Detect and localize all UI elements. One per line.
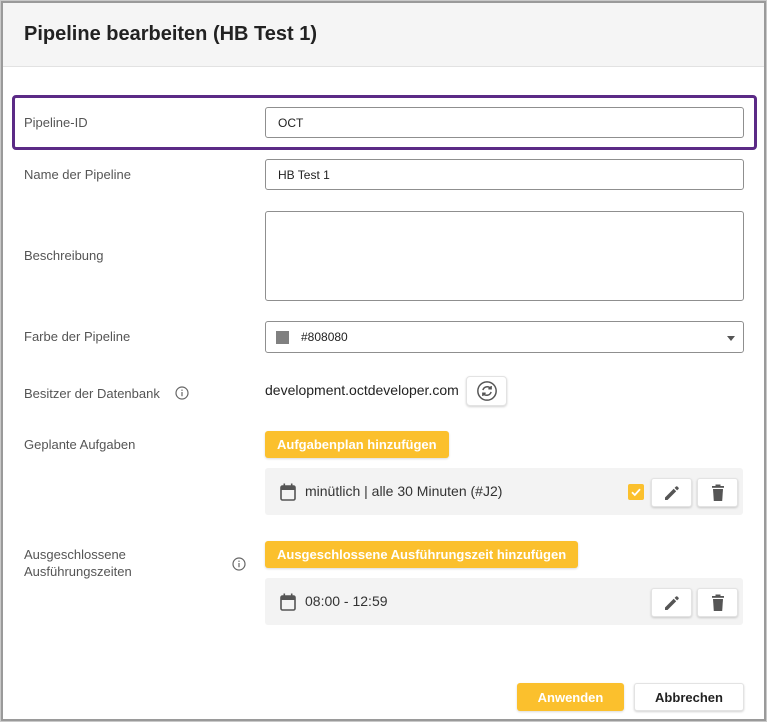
calendar-icon: [280, 593, 296, 611]
pipeline-id-label: Pipeline-ID: [24, 115, 88, 130]
info-icon[interactable]: [232, 557, 246, 571]
trash-icon: [711, 484, 724, 501]
sync-owner-button[interactable]: [466, 376, 507, 406]
pipeline-color-label: Farbe der Pipeline: [24, 329, 131, 344]
schedule-enabled-checkbox[interactable]: [628, 484, 644, 500]
delete-schedule-button[interactable]: [697, 478, 738, 507]
chevron-down-icon: [727, 336, 735, 341]
excluded-time-item-text: 08:00 - 12:59: [305, 593, 388, 609]
dialog-title: Pipeline bearbeiten (HB Test 1): [24, 23, 318, 45]
edit-pipeline-dialog: Pipeline bearbeiten (HB Test 1) Pipeline…: [0, 0, 767, 722]
pencil-icon: [664, 595, 679, 610]
pipeline-color-value: #808080: [301, 330, 348, 344]
cancel-button[interactable]: Abbrechen: [634, 683, 744, 711]
sync-icon: [476, 381, 497, 401]
calendar-icon: [280, 483, 296, 501]
db-owner-value: development.octdeveloper.com: [265, 382, 459, 398]
trash-icon: [711, 594, 724, 611]
db-owner-label: Besitzer der Datenbank: [24, 386, 160, 401]
description-textarea[interactable]: [265, 211, 744, 301]
info-icon[interactable]: [175, 386, 189, 400]
check-icon: [631, 488, 641, 497]
pipeline-id-input[interactable]: [265, 107, 744, 138]
delete-excluded-time-button[interactable]: [697, 588, 738, 617]
add-schedule-button[interactable]: Aufgabenplan hinzufügen: [265, 431, 449, 458]
edit-schedule-button[interactable]: [651, 478, 692, 507]
pencil-icon: [664, 485, 679, 500]
pipeline-name-label: Name der Pipeline: [24, 167, 131, 182]
scheduled-tasks-label: Geplante Aufgaben: [24, 437, 136, 452]
pipeline-color-select[interactable]: #808080: [265, 321, 744, 353]
schedule-item-text: minütlich | alle 30 Minuten (#J2): [305, 483, 503, 499]
apply-button[interactable]: Anwenden: [517, 683, 624, 711]
list-item: minütlich | alle 30 Minuten (#J2): [265, 468, 743, 515]
list-item: 08:00 - 12:59: [265, 578, 743, 625]
description-label: Beschreibung: [24, 248, 104, 263]
excluded-times-label-line2: Ausführungszeiten: [24, 564, 132, 579]
pipeline-name-input[interactable]: [265, 159, 744, 190]
excluded-times-label-line1: Ausgeschlossene: [24, 547, 126, 562]
color-swatch: [276, 331, 289, 344]
edit-excluded-time-button[interactable]: [651, 588, 692, 617]
add-excluded-time-button[interactable]: Ausgeschlossene Ausführungszeit hinzufüg…: [265, 541, 579, 568]
dialog-header: Pipeline bearbeiten (HB Test 1): [3, 3, 764, 67]
